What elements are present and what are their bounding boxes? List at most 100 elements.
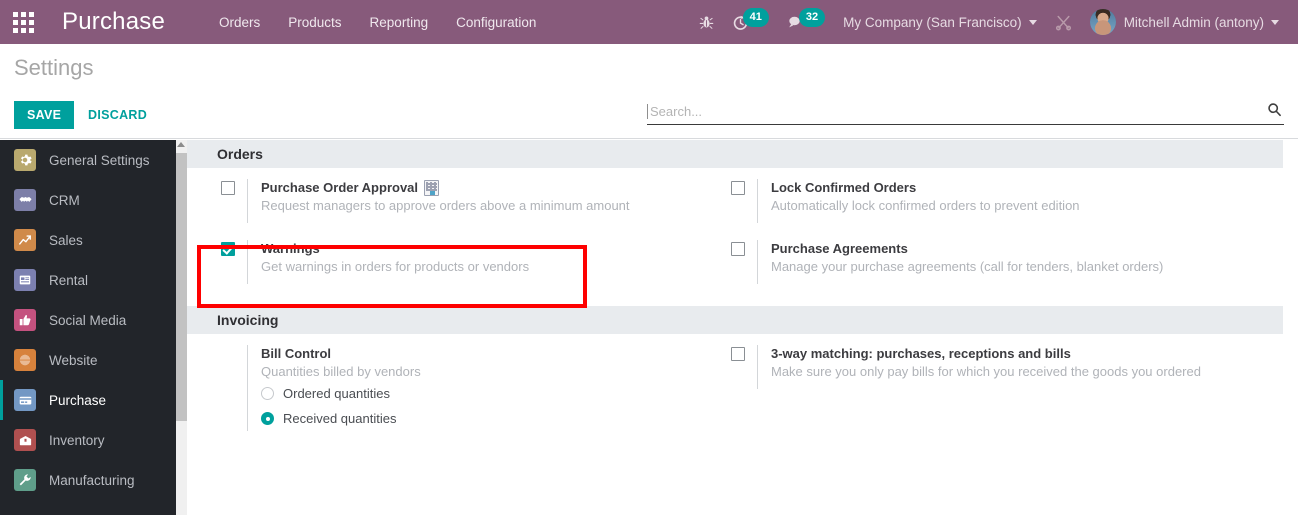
messaging-menu-button[interactable]: 32 [778,0,834,44]
search-icon[interactable] [1267,102,1282,122]
credit-card-icon [14,389,36,411]
checkbox-wrap [187,240,235,256]
radio-button[interactable] [261,412,274,425]
bill-control-radio-group: Ordered quantities Received quantities [261,381,421,431]
setting-text: Purchase Order Approval Request managers… [247,179,630,223]
sidebar-scrollbar[interactable] [176,140,187,515]
settings-content: Orders Purchase Order Approval Request m… [187,140,1298,515]
messages-count-badge: 32 [798,7,826,27]
scissors-tools-icon[interactable] [1046,0,1081,44]
radio-ordered-quantities[interactable]: Ordered quantities [261,381,421,406]
apps-grid-icon[interactable] [0,0,46,44]
handshake-icon [14,189,36,211]
app-brand-title[interactable]: Purchase [62,8,165,36]
orders-settings-grid: Purchase Order Approval Request managers… [187,168,1283,290]
orders-right-column: Lock Confirmed Orders Automatically lock… [697,168,1207,290]
menu-item-products[interactable]: Products [274,9,355,36]
user-menu-button[interactable]: Mitchell Admin (antony) [1081,0,1288,44]
setting-title: Lock Confirmed Orders [771,180,917,195]
purchase-order-approval-checkbox[interactable] [221,181,235,195]
sidebar-item-label: Purchase [49,392,107,408]
setting-title: Purchase Agreements [771,241,908,256]
setting-text: Lock Confirmed Orders Automatically lock… [757,179,1080,223]
setting-title: Warnings [261,241,320,256]
setting-three-way-matching[interactable]: 3-way matching: purchases, receptions an… [697,334,1207,395]
scrollbar-thumb[interactable] [176,153,187,421]
company-switcher[interactable]: My Company (San Francisco) [834,0,1046,44]
checkbox-wrap [187,179,235,195]
setting-text: Purchase Agreements Manage your purchase… [757,240,1163,284]
invoicing-left-column: Bill Control Quantities billed by vendor… [187,334,697,437]
save-button[interactable]: SAVE [14,101,75,129]
sidebar-item-label: Rental [49,272,89,288]
setting-lock-confirmed-orders[interactable]: Lock Confirmed Orders Automatically lock… [697,168,1207,229]
page-title: Settings [14,55,94,80]
setting-title: Bill Control [261,346,332,361]
section-header-orders: Orders [187,140,1283,168]
setting-description: Make sure you only pay bills for which y… [771,364,1201,379]
setting-title-row: Purchase Order Approval [261,179,630,196]
activity-menu-button[interactable]: 41 [723,0,778,44]
sidebar-item-manufacturing[interactable]: Manufacturing [0,460,176,500]
enterprise-building-icon [424,179,440,196]
sidebar-item-purchase[interactable]: Purchase [0,380,176,420]
sidebar-item-inventory[interactable]: Inventory [0,420,176,460]
setting-purchase-order-approval[interactable]: Purchase Order Approval Request managers… [187,168,697,229]
sidebar-item-label: Manufacturing [49,472,135,488]
sidebar-item-crm[interactable]: CRM [0,180,176,220]
menu-item-orders[interactable]: Orders [205,9,274,36]
sidebar-item-rental[interactable]: Rental [0,260,176,300]
purchase-agreements-checkbox[interactable] [731,242,745,256]
sidebar-item-general-settings[interactable]: General Settings [0,140,176,180]
three-way-matching-checkbox[interactable] [731,347,745,361]
control-panel: Settings SAVE DISCARD [0,44,1298,139]
setting-description: Get warnings in orders for products or v… [261,259,530,274]
document-icon [14,269,36,291]
globe-icon [14,349,36,371]
setting-purchase-agreements[interactable]: Purchase Agreements Manage your purchase… [697,229,1207,290]
radio-received-quantities[interactable]: Received quantities [261,406,421,431]
setting-title-row: Lock Confirmed Orders [771,179,1080,196]
sidebar-item-sales[interactable]: Sales [0,220,176,260]
checkbox-wrap [187,345,235,347]
lock-confirmed-orders-checkbox[interactable] [731,181,745,195]
search-bar[interactable] [647,99,1284,125]
thumbs-up-icon [14,309,36,331]
sidebar-item-label: Website [49,352,98,368]
orders-left-column: Purchase Order Approval Request managers… [187,168,697,290]
activity-count-badge: 41 [742,7,769,27]
sidebar-item-label: General Settings [49,152,150,168]
topbar-right-tools: 41 32 My Company (San Francisco) Mitchel… [690,0,1298,44]
setting-title: 3-way matching: purchases, receptions an… [771,346,1071,361]
bug-icon[interactable] [690,0,723,44]
setting-text: 3-way matching: purchases, receptions an… [757,345,1201,389]
checkbox-wrap [697,240,745,256]
box-icon [14,429,36,451]
radio-label: Ordered quantities [283,386,390,401]
radio-button[interactable] [261,387,274,400]
avatar [1089,9,1116,35]
section-header-invoicing: Invoicing [187,306,1283,334]
chevron-down-icon [1271,19,1279,25]
setting-title-row: Warnings [261,240,529,257]
wrench-icon [14,469,36,491]
setting-title: Purchase Order Approval [261,180,419,195]
menu-item-reporting[interactable]: Reporting [356,9,443,36]
sidebar-item-social-media[interactable]: Social Media [0,300,176,340]
sidebar-item-website[interactable]: Website [0,340,176,380]
company-name-label: My Company (San Francisco) [843,14,1022,30]
setting-warnings[interactable]: Warnings Get warnings in orders for prod… [187,229,697,290]
sidebar-item-label: Inventory [49,432,105,448]
setting-title-row: Bill Control [261,345,421,362]
setting-bill-control: Bill Control Quantities billed by vendor… [187,334,697,437]
warnings-checkbox[interactable] [221,242,235,256]
invoicing-right-column: 3-way matching: purchases, receptions an… [697,334,1207,437]
discard-button[interactable]: DISCARD [75,101,160,129]
menu-item-configuration[interactable]: Configuration [442,9,550,36]
setting-text: Bill Control Quantities billed by vendor… [247,345,421,431]
invoicing-settings-grid: Bill Control Quantities billed by vendor… [187,334,1283,437]
scroll-up-arrow-icon[interactable] [177,142,185,147]
setting-title-row: 3-way matching: purchases, receptions an… [771,345,1201,362]
setting-text: Warnings Get warnings in orders for prod… [247,240,529,284]
search-input[interactable] [648,104,1267,119]
